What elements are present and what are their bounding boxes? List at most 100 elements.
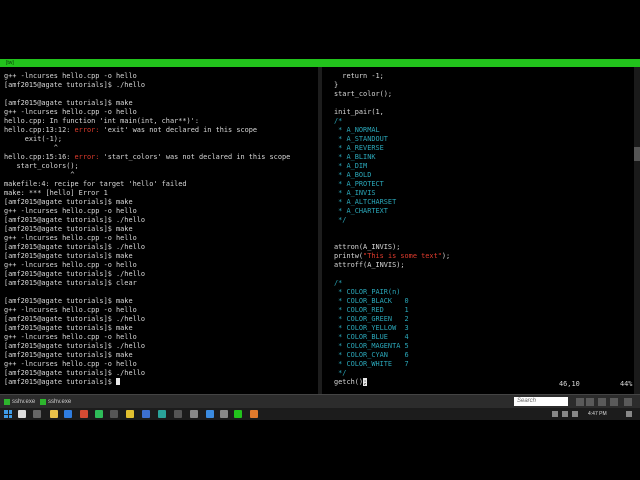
terminal-line: [amf2015@agate tutorials]$ [4, 378, 121, 387]
right-editor-pane[interactable]: return -1;} start_color(); init_pair(1,/* … [322, 67, 640, 394]
terminal-text: [amf2015@agate tutorials]$ [4, 378, 117, 386]
code-line: * COLOR_MAGENTA 5 [334, 342, 409, 351]
left-terminal-pane[interactable]: g++ -lncurses hello.cpp -o hello [amf2015… [0, 67, 318, 394]
code-comment: */ [334, 216, 347, 224]
code-text: init_pair(1, [334, 108, 384, 116]
code-comment: * COLOR_BLACK 0 [334, 297, 409, 305]
search-input[interactable]: Search [514, 397, 568, 406]
code-text: } [334, 81, 339, 89]
terminal-text: 'exit' was not declared in this scope [99, 126, 258, 134]
code-comment: */ [334, 369, 347, 377]
code-line: * COLOR_GREEN 2 [334, 315, 409, 324]
code-comment: * COLOR_YELLOW 3 [334, 324, 409, 332]
terminal-line: [amf2015@agate tutorials]$ make [4, 198, 133, 207]
terminal-line: g++ -lncurses hello.cpp -o hello [4, 207, 137, 216]
code-line: * A_BOLD [334, 171, 371, 180]
terminal-text: exit(-1); [4, 135, 63, 143]
terminal-line: [amf2015@agate tutorials]$ clear [4, 279, 137, 288]
code-line: * A_PROTECT [334, 180, 384, 189]
code-line: init_pair(1, [334, 108, 384, 117]
settings-icon[interactable] [598, 398, 606, 406]
app5-icon[interactable] [206, 410, 214, 418]
terminal-text: make: *** [hello] Error 1 [4, 189, 108, 197]
code-comment: * A_REVERSE [334, 144, 384, 152]
tab-sshv-1[interactable]: sshv.exe [4, 397, 35, 407]
network-icon[interactable] [562, 411, 568, 417]
code-text: attron(A_INVIS); [334, 243, 401, 251]
notification-icon[interactable] [626, 411, 632, 417]
window-titlebar[interactable]: [tw] [0, 59, 640, 67]
close-icon[interactable] [624, 398, 632, 406]
terminal-line: [amf2015@agate tutorials]$ make [4, 99, 133, 108]
terminal-text: [amf2015@agate tutorials]$ ./hello [4, 216, 146, 224]
terminal-text: ^ [4, 171, 75, 179]
terminal-line: g++ -lncurses hello.cpp -o hello [4, 306, 137, 315]
code-line: * COLOR_WHITE 7 [334, 360, 409, 369]
terminal-text: g++ -lncurses hello.cpp -o hello [4, 360, 137, 368]
volume-icon[interactable] [572, 411, 578, 417]
code-line: * A_NORMAL [334, 126, 380, 135]
app4-icon[interactable] [190, 410, 198, 418]
terminal-line: hello.cpp:15:16: error: 'start_colors' w… [4, 153, 290, 162]
menu-icon[interactable] [610, 398, 618, 406]
app6-icon[interactable] [220, 410, 228, 418]
code-string: "This is some text" [363, 252, 442, 260]
code-text: attroff(A_INVIS); [334, 261, 405, 269]
chrome-icon[interactable] [126, 410, 134, 418]
code-line: * A_BLINK [334, 153, 376, 162]
terminal-line: ^ [4, 171, 75, 180]
edge-icon[interactable] [64, 410, 72, 418]
word-icon[interactable] [142, 410, 150, 418]
cursor-position: 46,10 [559, 380, 580, 388]
terminal-icon[interactable] [234, 410, 242, 418]
code-line: /* [334, 279, 342, 288]
code-comment: * COLOR_PAIR(n) [334, 288, 401, 296]
terminal-line: g++ -lncurses hello.cpp -o hello [4, 333, 137, 342]
code-line: */ [334, 216, 346, 225]
windows-start-icon[interactable] [4, 410, 12, 418]
code-line: * A_STANDOUT [334, 135, 388, 144]
app7-icon[interactable] [250, 410, 258, 418]
terminal-text: [amf2015@agate tutorials]$ ./hello [4, 270, 146, 278]
window-title: [tw] [6, 60, 14, 66]
arrow-up-icon[interactable] [576, 398, 584, 406]
code-line: * COLOR_BLUE 4 [334, 333, 409, 342]
code-text: ); [441, 252, 451, 260]
terminal-text: [amf2015@agate tutorials]$ ./hello [4, 342, 146, 350]
tab-sshv-2[interactable]: sshv.exe [40, 397, 71, 407]
arrow-down-icon[interactable] [586, 398, 594, 406]
file-explorer-icon[interactable] [50, 410, 58, 418]
code-comment: * A_BLINK [334, 153, 376, 161]
terminal-line: hello.cpp:13:12: error: 'exit' was not d… [4, 126, 257, 135]
spotify-icon[interactable] [95, 410, 103, 418]
terminal-text: [amf2015@agate tutorials]$ make [4, 225, 133, 233]
terminal-text: g++ -lncurses hello.cpp -o hello [4, 333, 137, 341]
code-line: * COLOR_CYAN 6 [334, 351, 409, 360]
code-line: * COLOR_YELLOW 3 [334, 324, 409, 333]
office-icon[interactable] [80, 410, 88, 418]
terminal-text: [amf2015@agate tutorials]$ make [4, 252, 133, 260]
terminal-text: [amf2015@agate tutorials]$ ./hello [4, 81, 146, 89]
terminal-line: ^ [4, 144, 58, 153]
terminal-line: [amf2015@agate tutorials]$ ./hello [4, 315, 145, 324]
file-percent: 44% [620, 380, 633, 388]
code-comment: /* [334, 117, 343, 125]
code-text: printw( [334, 252, 364, 260]
app-icon[interactable] [110, 410, 118, 418]
code-comment: * A_PROTECT [334, 180, 384, 188]
tray-chevron-icon[interactable] [552, 411, 558, 417]
terminal-line: [amf2015@agate tutorials]$ make [4, 324, 133, 333]
search-icon[interactable] [18, 410, 26, 418]
letterbox-bottom [0, 420, 640, 480]
scrollbar-thumb[interactable] [634, 147, 640, 161]
taskbar-clock[interactable]: 4:47 PM [588, 408, 607, 420]
app3-icon[interactable] [174, 410, 182, 418]
code-line: attron(A_INVIS); [334, 243, 400, 252]
terminal-line: g++ -lncurses hello.cpp -o hello [4, 261, 137, 270]
vertical-scrollbar[interactable] [634, 67, 640, 394]
code-line: * A_INVIS [334, 189, 375, 198]
task-view-icon[interactable] [33, 410, 41, 418]
terminal-line: [amf2015@agate tutorials]$ ./hello [4, 270, 145, 279]
terminal-text: ^ [4, 144, 58, 152]
app2-icon[interactable] [158, 410, 166, 418]
